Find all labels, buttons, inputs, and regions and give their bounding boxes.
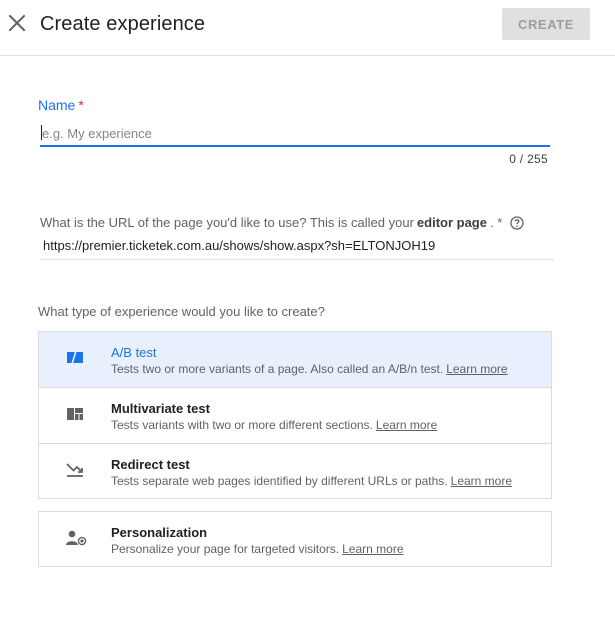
name-input-underline (40, 145, 550, 147)
dialog-header: Create experience CREATE (0, 0, 615, 56)
learn-more-link[interactable]: Learn more (451, 474, 512, 488)
option-ab-test[interactable]: A/B test Tests two or more variants of a… (39, 332, 551, 388)
experience-type-question: What type of experience would you like t… (38, 304, 325, 319)
url-input-underline (40, 259, 554, 260)
option-multivariate-test[interactable]: Multivariate test Tests variants with tw… (39, 388, 551, 444)
personalization-icon (65, 528, 87, 548)
experience-type-group: A/B test Tests two or more variants of a… (38, 331, 552, 499)
option-redirect-test[interactable]: Redirect test Tests separate web pages i… (39, 444, 551, 499)
option-description: Tests separate web pages identified by d… (111, 474, 513, 488)
character-counter: 0 / 255 (509, 152, 548, 166)
name-input[interactable] (40, 121, 550, 145)
page-title: Create experience (40, 13, 206, 35)
editor-page-url-input[interactable]: https://premier.ticketek.com.au/shows/sh… (43, 238, 435, 253)
ab-test-icon (65, 348, 85, 368)
name-field-label: Name * (38, 97, 84, 113)
close-icon[interactable] (6, 12, 28, 34)
multivariate-icon (65, 404, 85, 424)
option-title: Redirect test (111, 457, 190, 472)
create-button[interactable]: CREATE (502, 8, 590, 40)
learn-more-link[interactable]: Learn more (342, 542, 403, 556)
option-title: A/B test (111, 345, 157, 360)
option-personalization[interactable]: Personalization Personalize your page fo… (39, 512, 551, 567)
learn-more-link[interactable]: Learn more (446, 362, 507, 376)
required-mark: * (78, 97, 84, 113)
option-description: Tests variants with two or more differen… (111, 418, 438, 432)
personalization-group: Personalization Personalize your page fo… (38, 511, 552, 567)
redirect-icon (65, 460, 85, 480)
option-description: Personalize your page for targeted visit… (111, 542, 404, 556)
url-field-label: What is the URL of the page you'd like t… (40, 215, 524, 230)
learn-more-link[interactable]: Learn more (376, 418, 437, 432)
option-title: Multivariate test (111, 401, 210, 416)
help-circle-icon[interactable] (510, 215, 524, 230)
option-description: Tests two or more variants of a page. Al… (111, 362, 508, 376)
option-title: Personalization (111, 525, 208, 540)
text-caret (41, 125, 42, 140)
